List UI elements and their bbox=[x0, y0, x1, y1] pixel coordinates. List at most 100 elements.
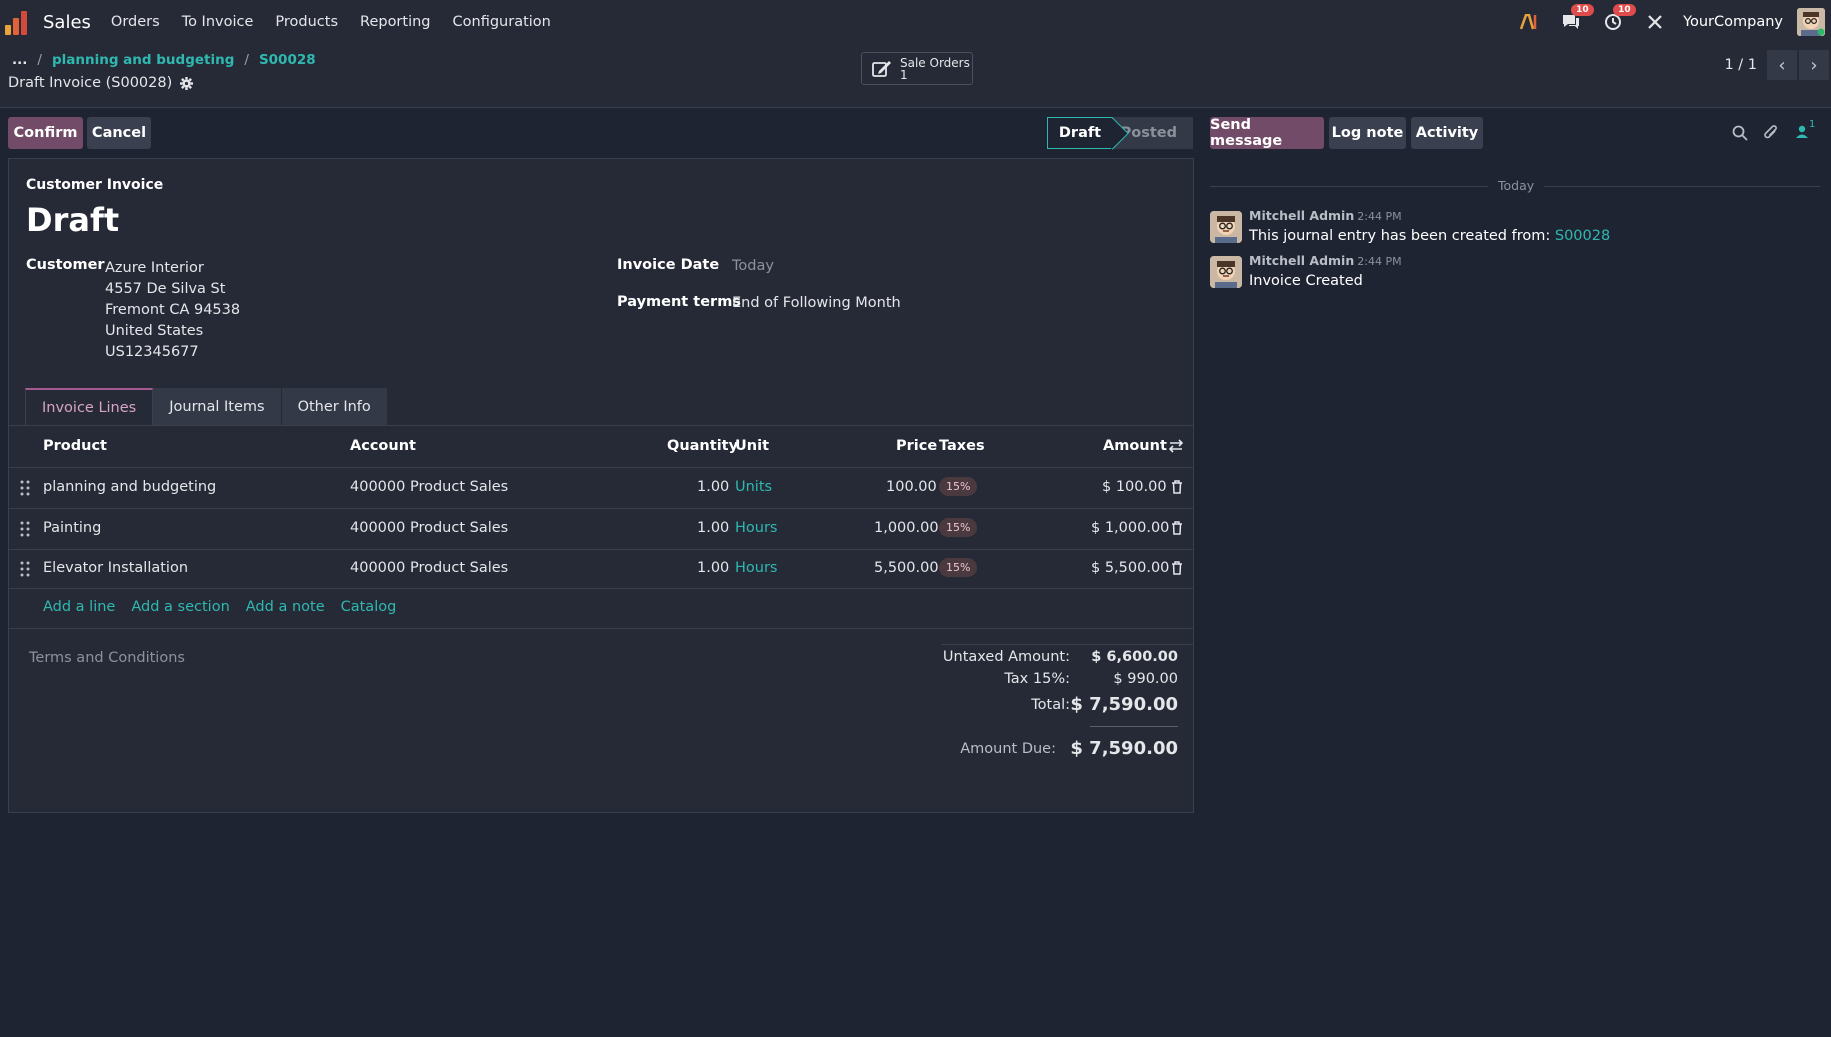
line-add-links: Add a line Add a section Add a note Cata… bbox=[43, 599, 396, 615]
cell-amount: $ 5,500.00 bbox=[1091, 560, 1170, 576]
smart-button-count: 1 bbox=[900, 67, 908, 82]
avatar[interactable] bbox=[1210, 211, 1242, 243]
add-line-link[interactable]: Add a line bbox=[43, 599, 115, 615]
tax-value: $ 990.00 bbox=[1113, 671, 1178, 687]
customer-label: Customer bbox=[26, 257, 105, 273]
tax-tag[interactable]: 15% bbox=[939, 558, 978, 577]
cell-unit[interactable]: Hours bbox=[735, 560, 777, 576]
menu-configuration[interactable]: Configuration bbox=[453, 14, 551, 30]
gear-icon[interactable] bbox=[180, 76, 194, 90]
messages-icon[interactable]: 10 bbox=[1559, 4, 1594, 34]
drag-handle-icon[interactable] bbox=[20, 561, 30, 577]
pager-previous-button[interactable]: ‹ bbox=[1767, 50, 1797, 80]
tools-icon[interactable] bbox=[1643, 10, 1667, 34]
messages-badge: 10 bbox=[1571, 4, 1594, 16]
control-panel: ... / planning and budgeting / S00028 Dr… bbox=[0, 44, 1831, 108]
cell-price[interactable]: 1,000.00 bbox=[874, 520, 939, 536]
tax-tag[interactable]: 15% bbox=[939, 518, 978, 537]
smart-button-label: Sale Orders bbox=[900, 55, 970, 70]
menu-products[interactable]: Products bbox=[275, 14, 338, 30]
table-row[interactable]: Painting 400000 Product Sales 1.00 Hours… bbox=[9, 509, 1193, 549]
invoice-date-field[interactable]: Today bbox=[732, 258, 774, 274]
company-switcher[interactable]: YourCompany bbox=[1683, 14, 1783, 30]
user-avatar[interactable] bbox=[1797, 8, 1825, 36]
cancel-button[interactable]: Cancel bbox=[87, 117, 151, 149]
trash-icon[interactable] bbox=[1171, 561, 1183, 575]
cell-price[interactable]: 100.00 bbox=[886, 479, 937, 495]
add-section-link[interactable]: Add a section bbox=[131, 599, 229, 615]
optional-columns-icon[interactable] bbox=[1168, 439, 1184, 457]
column-header-amount[interactable]: Amount bbox=[1103, 438, 1167, 454]
menu-to-invoice[interactable]: To Invoice bbox=[182, 14, 254, 30]
ai-icon[interactable] bbox=[1517, 10, 1541, 34]
log-note-button[interactable]: Log note bbox=[1329, 117, 1406, 149]
column-header-taxes[interactable]: Taxes bbox=[939, 438, 985, 454]
customer-vat: US12345677 bbox=[105, 344, 199, 360]
tax-tag[interactable]: 15% bbox=[939, 477, 978, 496]
followers-count: 1 bbox=[1809, 119, 1816, 130]
cell-account[interactable]: 400000 Product Sales bbox=[350, 560, 508, 576]
chevron-left-icon: ‹ bbox=[1778, 54, 1786, 76]
menu-reporting[interactable]: Reporting bbox=[360, 14, 431, 30]
send-message-button[interactable]: Send message bbox=[1210, 117, 1324, 149]
confirm-button[interactable]: Confirm bbox=[8, 117, 83, 149]
column-header-product[interactable]: Product bbox=[43, 438, 107, 454]
trash-icon[interactable] bbox=[1171, 521, 1183, 535]
divider bbox=[941, 644, 1193, 645]
catalog-link[interactable]: Catalog bbox=[341, 599, 397, 615]
tab-other-info[interactable]: Other Info bbox=[281, 388, 388, 426]
pencil-square-icon bbox=[872, 60, 891, 77]
cell-unit[interactable]: Hours bbox=[735, 520, 777, 536]
column-header-quantity[interactable]: Quantity bbox=[667, 438, 738, 454]
breadcrumb: ... / planning and budgeting / S00028 bbox=[12, 52, 316, 68]
tab-invoice-lines[interactable]: Invoice Lines bbox=[25, 388, 154, 426]
breadcrumb-planning[interactable]: planning and budgeting bbox=[52, 52, 234, 68]
search-icon[interactable] bbox=[1732, 125, 1748, 145]
column-header-unit[interactable]: Unit bbox=[735, 438, 769, 454]
app-name[interactable]: Sales bbox=[43, 12, 91, 33]
message-link-so[interactable]: S00028 bbox=[1555, 228, 1610, 244]
cell-price[interactable]: 5,500.00 bbox=[874, 560, 939, 576]
customer-address-line: 4557 De Silva St bbox=[105, 281, 226, 297]
cell-product[interactable]: planning and budgeting bbox=[43, 479, 216, 495]
followers-button[interactable]: 1 bbox=[1795, 119, 1815, 139]
tab-journal-items[interactable]: Journal Items bbox=[153, 388, 282, 426]
activities-badge: 10 bbox=[1613, 4, 1636, 16]
menu-orders[interactable]: Orders bbox=[111, 14, 160, 30]
sales-app-icon[interactable] bbox=[5, 9, 31, 35]
activities-icon[interactable]: 10 bbox=[1601, 4, 1636, 34]
cell-account[interactable]: 400000 Product Sales bbox=[350, 479, 508, 495]
status-draft[interactable]: Draft bbox=[1047, 117, 1113, 149]
cell-quantity[interactable]: 1.00 bbox=[697, 479, 729, 495]
cell-account[interactable]: 400000 Product Sales bbox=[350, 520, 508, 536]
payment-terms-field[interactable]: End of Following Month bbox=[732, 295, 901, 311]
cell-product[interactable]: Elevator Installation bbox=[43, 560, 188, 576]
divider bbox=[9, 588, 1193, 589]
add-note-link[interactable]: Add a note bbox=[246, 599, 325, 615]
cell-unit[interactable]: Units bbox=[735, 479, 772, 495]
terms-and-conditions-field[interactable]: Terms and Conditions bbox=[29, 650, 185, 666]
document-type: Customer Invoice bbox=[26, 177, 164, 193]
table-row[interactable]: Elevator Installation 400000 Product Sal… bbox=[9, 549, 1193, 589]
message-body: Invoice Created bbox=[1249, 273, 1363, 289]
sale-orders-smart-button[interactable]: Sale Orders 1 bbox=[861, 52, 973, 85]
pager-next-button[interactable]: › bbox=[1799, 50, 1829, 80]
record-title-text: Draft Invoice (S00028) bbox=[8, 75, 173, 91]
breadcrumb-ellipsis[interactable]: ... bbox=[12, 52, 27, 68]
cell-product[interactable]: Painting bbox=[43, 520, 101, 536]
cell-quantity[interactable]: 1.00 bbox=[697, 560, 729, 576]
trash-icon[interactable] bbox=[1171, 480, 1183, 494]
customer-field[interactable]: Azure Interior 4557 De Silva St Fremont … bbox=[105, 258, 240, 363]
activity-button[interactable]: Activity bbox=[1411, 117, 1483, 149]
avatar[interactable] bbox=[1210, 256, 1242, 288]
cell-quantity[interactable]: 1.00 bbox=[697, 520, 729, 536]
column-header-price[interactable]: Price bbox=[896, 438, 937, 454]
pager-value[interactable]: 1 / 1 bbox=[1724, 57, 1757, 73]
table-row[interactable]: planning and budgeting 400000 Product Sa… bbox=[9, 468, 1193, 508]
customer-name[interactable]: Azure Interior bbox=[105, 258, 240, 279]
paperclip-icon[interactable] bbox=[1763, 124, 1779, 146]
breadcrumb-so[interactable]: S00028 bbox=[259, 52, 316, 68]
drag-handle-icon[interactable] bbox=[20, 480, 30, 496]
column-header-account[interactable]: Account bbox=[350, 438, 416, 454]
drag-handle-icon[interactable] bbox=[20, 521, 30, 537]
